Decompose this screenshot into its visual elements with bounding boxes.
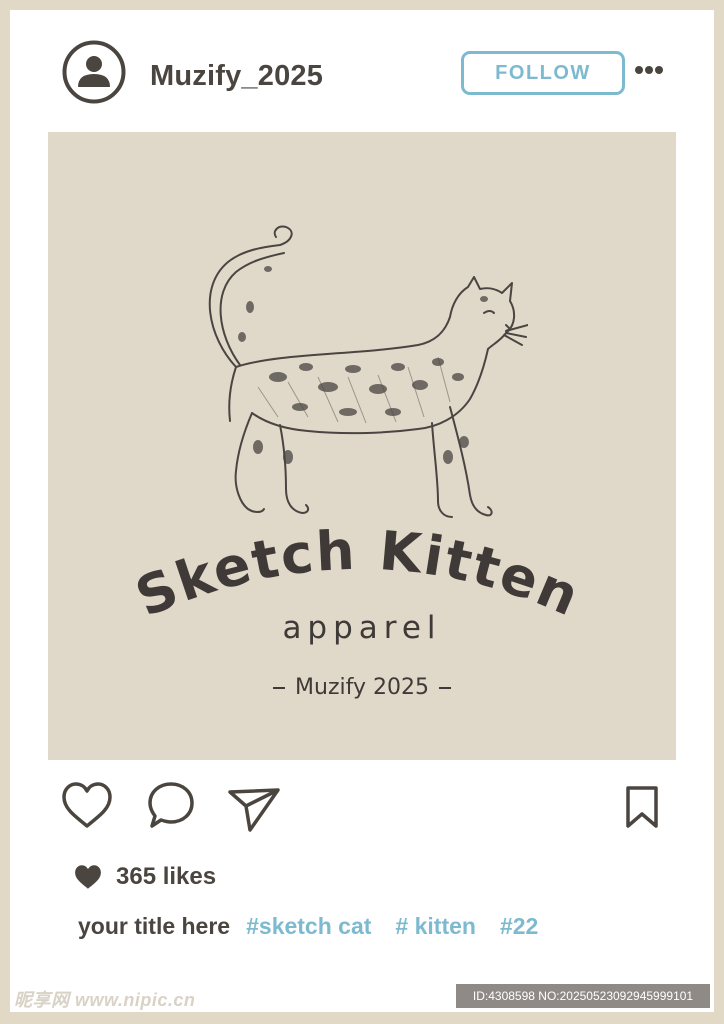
hashtag-sketch-cat[interactable]: #sketch cat (246, 913, 371, 940)
subline-text: Muzify 2025 (295, 675, 429, 700)
post-actions (10, 780, 714, 850)
more-horizontal-icon[interactable] (634, 64, 664, 76)
heart-outline-icon[interactable] (60, 780, 114, 830)
post-image[interactable]: Sketch Kitten apparel Muzify 2025 (48, 132, 676, 760)
bookmark-icon[interactable] (622, 784, 662, 830)
username[interactable]: Muzify_2025 (150, 60, 323, 93)
hashtag-kitten[interactable]: # kitten (395, 913, 476, 940)
watermark-site: 昵享网 www.nipic.cn (14, 990, 196, 1010)
user-avatar-icon[interactable] (62, 40, 126, 104)
caption-title: your title here (78, 912, 231, 939)
apparel-text: apparel (282, 610, 442, 646)
follow-button[interactable]: FOLLOW (461, 51, 625, 95)
subline-row: Muzify 2025 (48, 675, 676, 700)
watermark-id: ID:4308598 NO:20250523092945999101 (456, 984, 710, 1008)
post-header: Muzify_2025 FOLLOW (10, 10, 714, 130)
send-paper-plane-icon[interactable] (226, 780, 282, 834)
comment-bubble-icon[interactable] (146, 780, 196, 830)
dash-left (273, 686, 286, 689)
post-card: Muzify_2025 FOLLOW Sketch Kitten apparel… (10, 10, 714, 1012)
likes-row: 365 likes (72, 862, 216, 892)
dash-right (438, 686, 451, 689)
caption: your title here #sketch cat # kitten #22 (78, 911, 562, 941)
cat-sketch-illustration (208, 225, 528, 518)
heart-filled-icon (75, 865, 101, 889)
hashtag-22[interactable]: #22 (500, 913, 538, 940)
likes-count[interactable]: 365 likes (116, 863, 216, 891)
